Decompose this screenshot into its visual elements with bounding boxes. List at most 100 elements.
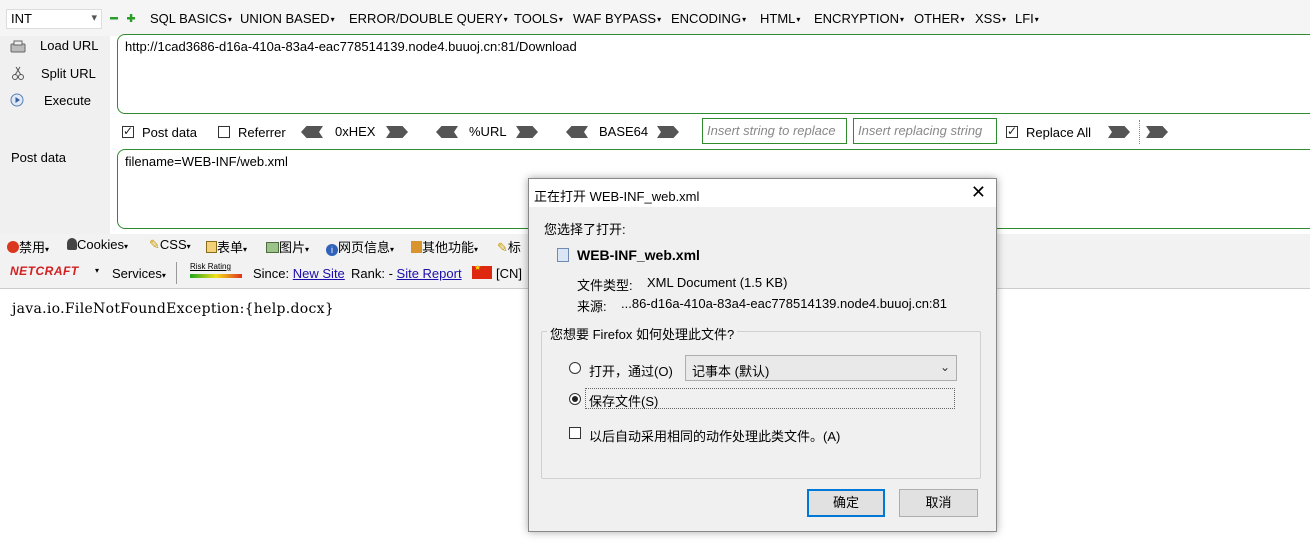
split-url-button[interactable]: Split URL: [41, 66, 96, 81]
menu-html[interactable]: HTML▾: [760, 11, 800, 26]
url-field-value: http://1cad3686-d16a-410a-83a4-eac778514…: [125, 39, 577, 54]
replace-with-placeholder: Insert replacing string: [858, 123, 983, 138]
url-decode-arrow-icon[interactable]: [436, 126, 458, 138]
url-encode-arrow-icon[interactable]: [516, 126, 538, 138]
netcraft-dropdown-icon[interactable]: ▾: [95, 266, 99, 275]
referrer-checkbox-label: Referrer: [238, 125, 286, 140]
menu-encoding[interactable]: ENCODING▾: [671, 11, 746, 26]
chevron-down-icon: ▾: [91, 12, 97, 24]
url-field[interactable]: http://1cad3686-d16a-410a-83a4-eac778514…: [117, 34, 1310, 114]
disable-icon: [7, 241, 19, 253]
images-menu[interactable]: 图片▾: [266, 237, 309, 256]
save-file-radio[interactable]: [569, 393, 581, 405]
replace-all-checkbox[interactable]: [1006, 124, 1018, 138]
pencil-icon: ✎: [149, 237, 160, 252]
file-icon: [557, 248, 569, 262]
execute-icon: [10, 93, 24, 107]
menu-xss[interactable]: XSS▾: [975, 11, 1006, 26]
form-icon: [206, 241, 217, 253]
remember-choice-label: 以后自动采用相同的动作处理此类文件。(A): [589, 429, 841, 444]
post-data-checkbox[interactable]: [122, 124, 134, 138]
misc-menu[interactable]: 其他功能▾: [411, 237, 478, 256]
menu-other[interactable]: OTHER▾: [914, 11, 965, 26]
site-report-link[interactable]: Site Report: [397, 266, 462, 281]
referrer-checkbox[interactable]: [218, 126, 230, 138]
hex-label: 0xHEX: [335, 124, 376, 139]
hex-decode-arrow-icon[interactable]: [301, 126, 323, 138]
open-with-app-value: 记事本 (默认): [692, 364, 770, 379]
mark-menu[interactable]: ✎标: [497, 237, 521, 256]
menu-lfi[interactable]: LFI▾: [1015, 11, 1039, 26]
menu-tools[interactable]: TOOLS▾: [514, 11, 563, 26]
plus-icon[interactable]: [127, 14, 135, 22]
replace-search-input[interactable]: Insert string to replace: [702, 118, 847, 144]
base64-label: BASE64: [599, 124, 649, 139]
image-icon: [266, 242, 279, 253]
rank-info: Rank: - Site Report: [351, 266, 462, 281]
execute-button[interactable]: Execute: [44, 93, 91, 108]
selected-open-text: 您选择了打开:: [544, 222, 626, 237]
menu-waf-bypass[interactable]: WAF BYPASS▾: [573, 11, 661, 26]
netbar-divider: [176, 262, 177, 284]
download-filename: WEB-INF_web.xml: [577, 247, 700, 263]
forms-menu[interactable]: 表单▾: [206, 237, 247, 256]
dialog-title-bar: 正在打开 WEB-INF_web.xml ✕: [529, 179, 996, 207]
menu-sql-basics[interactable]: SQL BASICS▾: [150, 11, 232, 26]
cancel-button[interactable]: 取消: [899, 489, 978, 517]
menu-encryption[interactable]: ENCRYPTION▾: [814, 11, 904, 26]
toolbar-divider: [1139, 120, 1140, 144]
since-link[interactable]: New Site: [293, 266, 345, 281]
source-label: 来源:: [577, 299, 607, 314]
page-info-menu[interactable]: i 网页信息▾: [326, 237, 394, 256]
page-content-text: java.io.FileNotFoundException:{help.docx…: [12, 301, 335, 317]
risk-rating-meter[interactable]: Risk Rating: [190, 262, 246, 280]
risk-rating-label: Risk Rating: [190, 262, 231, 271]
load-url-button[interactable]: Load URL: [40, 38, 99, 53]
base64-decode-arrow-icon[interactable]: [566, 126, 588, 138]
close-icon[interactable]: ✕: [971, 182, 986, 203]
services-menu[interactable]: Services▾: [112, 266, 166, 281]
cookies-menu[interactable]: Cookies▾: [67, 237, 128, 252]
dialog-title: 正在打开 WEB-INF_web.xml: [534, 189, 700, 204]
replace-all-label: Replace All: [1026, 125, 1092, 140]
post-data-checkbox-label: Post data: [142, 125, 197, 140]
user-icon: [67, 238, 77, 250]
replace-run-arrow-icon[interactable]: [1108, 126, 1130, 138]
country-code: [CN]: [496, 266, 522, 281]
base64-encode-arrow-icon[interactable]: [657, 126, 679, 138]
open-with-radio[interactable]: [569, 362, 581, 374]
source-value: ...86-d16a-410a-83a4-eac778514139.node4.…: [621, 296, 947, 311]
post-data-value: filename=WEB-INF/web.xml: [125, 154, 288, 169]
disable-menu[interactable]: 禁用▾: [7, 237, 49, 256]
save-file-label: 保存文件(S): [589, 394, 659, 409]
risk-rating-bar: [190, 274, 242, 278]
file-type-value: XML Document (1.5 KB): [647, 275, 788, 290]
replace-search-placeholder: Insert string to replace: [707, 123, 836, 138]
url-encode-label: %URL: [469, 124, 507, 139]
ok-button[interactable]: 确定: [807, 489, 885, 517]
post-data-label: Post data: [11, 150, 66, 165]
injection-type-select[interactable]: INT ▾: [6, 9, 102, 29]
cn-flag-icon: ★: [472, 263, 492, 279]
pen-icon: ✎: [497, 240, 508, 255]
since-info: Since: New Site: [253, 266, 345, 281]
css-menu[interactable]: ✎CSS▾: [149, 237, 191, 253]
open-with-label: 打开，通过(O): [589, 364, 673, 379]
replace-next-arrow-icon[interactable]: [1146, 126, 1168, 138]
open-with-app-select[interactable]: 记事本 (默认) ⌄: [685, 355, 957, 381]
replace-with-input[interactable]: Insert replacing string: [853, 118, 997, 144]
menu-error-double-query[interactable]: ERROR/DOUBLE QUERY▾: [349, 11, 508, 26]
hex-encode-arrow-icon[interactable]: [386, 126, 408, 138]
download-dialog: 正在打开 WEB-INF_web.xml ✕ 您选择了打开: WEB-INF_w…: [528, 178, 997, 532]
chevron-down-icon: ⌄: [939, 360, 950, 374]
remember-choice-checkbox[interactable]: [569, 427, 581, 439]
minus-icon[interactable]: [110, 14, 118, 22]
file-type-label: 文件类型:: [577, 278, 633, 293]
netcraft-logo[interactable]: NETCRAFT: [10, 264, 79, 278]
load-url-icon: [10, 40, 26, 53]
scissors-icon: [12, 66, 24, 80]
misc-icon: [411, 241, 422, 253]
info-icon: i: [326, 244, 338, 256]
menu-union-based[interactable]: UNION BASED▾: [240, 11, 335, 26]
action-question: 您想要 Firefox 如何处理此文件?: [547, 324, 738, 343]
